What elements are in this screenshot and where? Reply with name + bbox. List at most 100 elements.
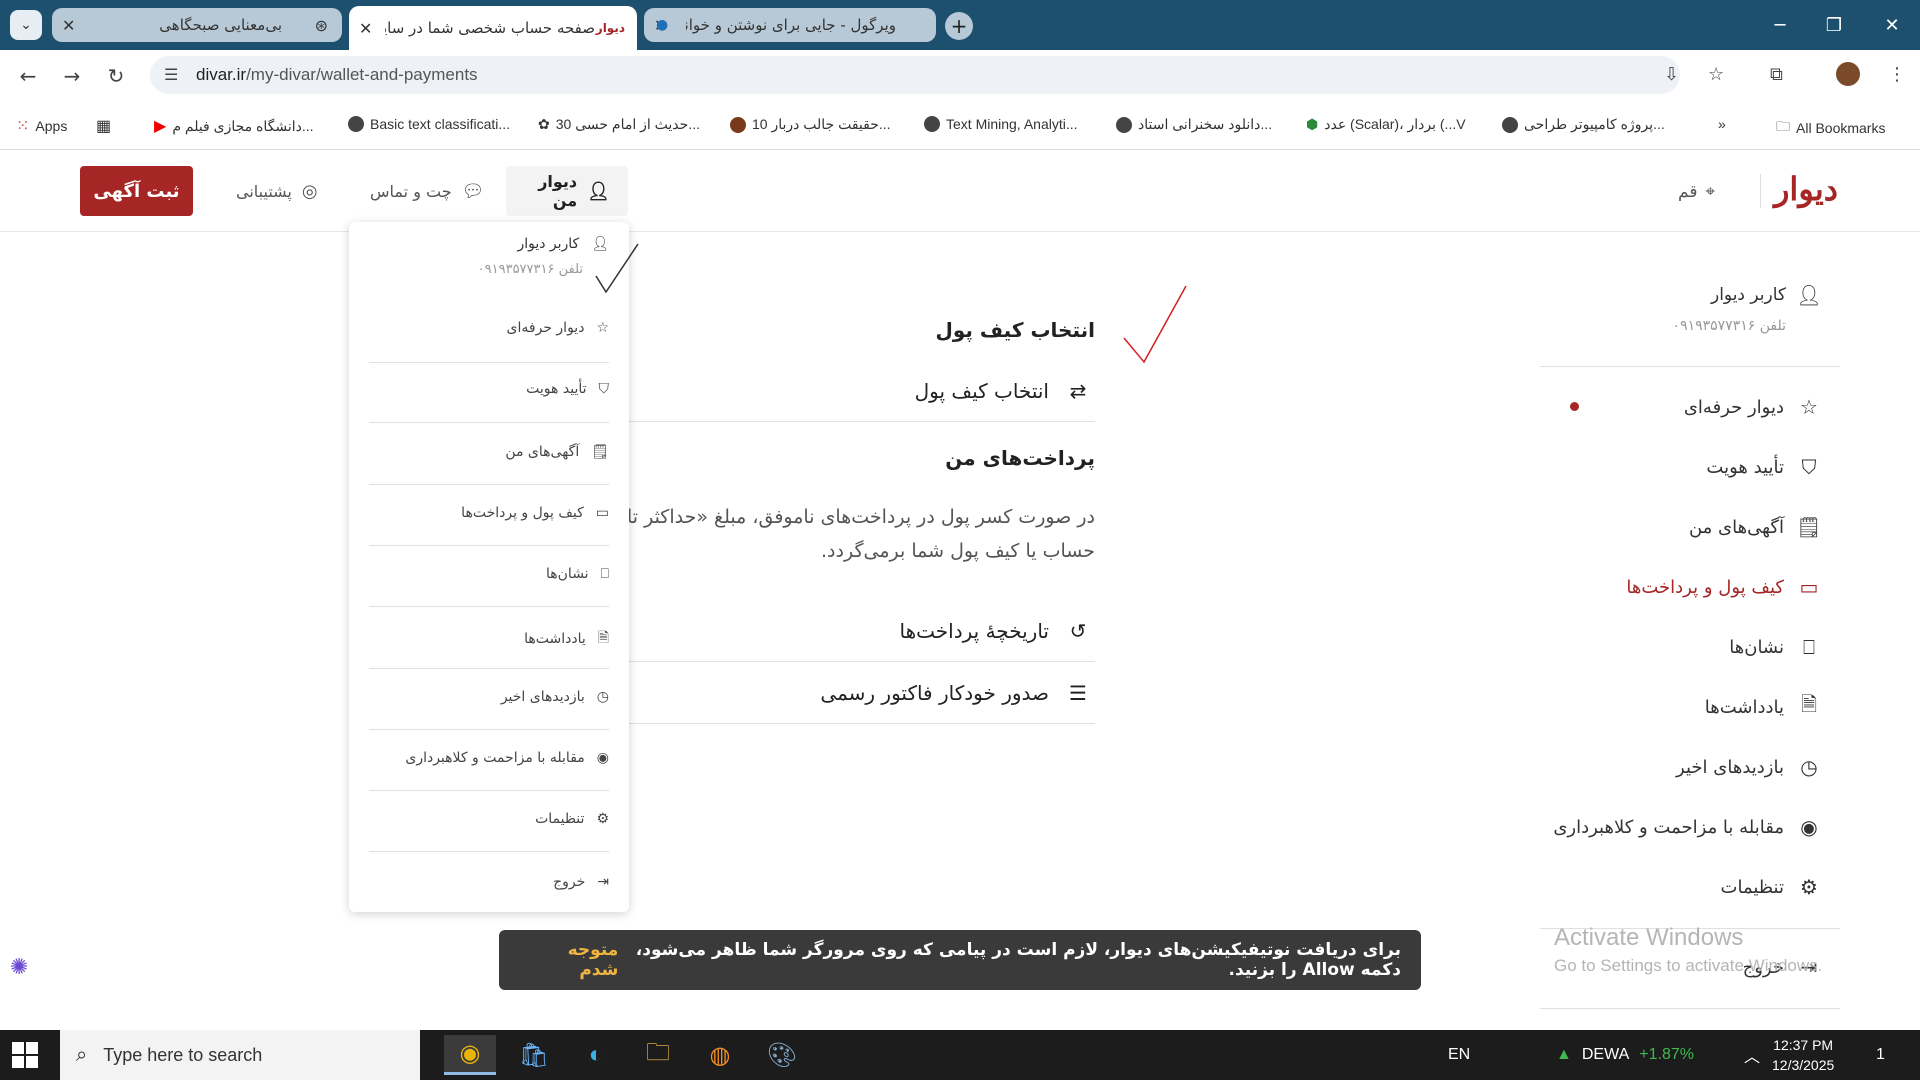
nav-support[interactable]: ◎ پشتیبانی [218, 166, 336, 216]
tab-close-icon[interactable]: ✕ [359, 19, 372, 38]
sidebar-item-fraud[interactable]: ◉ مقابله با مزاحمت و کلاهبرداری [1553, 815, 1820, 839]
chat-bubble-icon: 💬︎ [461, 180, 485, 202]
bookmark-item[interactable]: 10 حقیقت جالب دربار... [730, 116, 891, 133]
bookmark-item[interactable]: ✿ 30 حدیث از امام حسی... [538, 116, 700, 133]
sidebar-item-bookmarks[interactable]: ⎕ نشان‌ها [1729, 635, 1820, 659]
store-taskbar-icon[interactable]: 🛍︎ [508, 1035, 560, 1075]
more-bookmarks-icon[interactable]: » [1718, 116, 1726, 132]
dropdown-item-logout[interactable]: ⇥ خروج [553, 874, 609, 890]
dropdown-item-pro-divar[interactable]: ☆ دیوار حرفه‌ای [507, 320, 609, 336]
search-placeholder: Type here to search [103, 1044, 263, 1065]
dropdown-item-bookmarks[interactable]: ⎕ نشان‌ها [546, 566, 609, 582]
nav-my-divar[interactable]: 👤︎ دیوار من [506, 166, 628, 216]
chatgpt-icon: ⊛ [314, 15, 328, 35]
toast-dismiss-button[interactable]: متوجه شدم [539, 940, 619, 980]
paint-taskbar-icon[interactable]: 🎨︎ [756, 1035, 808, 1075]
sidebar-item-notes[interactable]: 🗎︎ یادداشت‌ها [1705, 692, 1820, 718]
stock-widget[interactable]: ▲ DEWA +1.87% [1556, 1030, 1694, 1080]
bookmark-item[interactable]: پروژه کامپیوتر طراحی... [1502, 116, 1665, 133]
youtube-icon: ▶ [154, 118, 167, 135]
dropdown-item-wallet[interactable]: ▭ کیف پول و پرداخت‌ها [461, 505, 609, 521]
city-selector[interactable]: ⌖ قم [1678, 182, 1715, 202]
sidebar-item-recent[interactable]: ◷ بازدیدهای اخیر [1676, 755, 1820, 779]
orange-app-icon: ◍ [709, 1041, 731, 1069]
reload-icon[interactable]: ↻ [102, 62, 130, 90]
install-app-icon[interactable]: ⇩ [1664, 64, 1679, 85]
tab-search-button[interactable]: ⌄ [10, 10, 42, 40]
edge-taskbar-icon[interactable]: ◐ [570, 1035, 622, 1075]
assistant-brain-icon[interactable]: ✺ [10, 955, 40, 985]
nav-chat[interactable]: 💬︎ چت و تماس [352, 166, 502, 216]
forward-icon[interactable]: → [58, 62, 86, 90]
extensions-icon[interactable]: ⧉ [1770, 64, 1783, 85]
dropdown-item-identity[interactable]: ⛉ تأیید هویت [526, 381, 609, 397]
notification-center-icon[interactable]: 1 [1876, 1030, 1885, 1080]
credit-card-icon: ▭ [595, 505, 609, 521]
close-window-icon[interactable]: ✕ [1864, 0, 1920, 50]
maximize-icon[interactable]: ❐ [1806, 0, 1862, 50]
site-info-icon[interactable]: ☰ [164, 65, 178, 85]
tab-title: بی‌معنایی صبحگاهی [159, 16, 282, 34]
activate-windows-watermark: Activate Windows Go to Settings to activ… [1554, 924, 1823, 975]
site-header: دیوار ⌖ قم 👤︎ دیوار من 💬︎ چت و تماس ◎ پش… [0, 150, 1920, 232]
payment-history-row[interactable]: ↺ تاریخچهٔ پرداخت‌ها [620, 600, 1095, 662]
tab-divar-account[interactable]: ✕ صفحه حساب شخصی شما در سایت دیوار [349, 6, 637, 50]
dropdown-divider [369, 729, 609, 730]
toast-message: برای دریافت نوتیفیکیشن‌های دیوار، لازم ا… [635, 940, 1401, 980]
dropdown-item-fraud[interactable]: ◉ مقابله با مزاحمت و کلاهبرداری [405, 750, 609, 766]
bookmark-star-icon[interactable]: ☆ [1708, 64, 1724, 85]
notes-icon: 🗎︎ [597, 630, 609, 646]
explorer-taskbar-icon[interactable]: 🗀 [632, 1035, 684, 1075]
notes-icon: 🗎︎ [1800, 692, 1818, 716]
tray-chevron-icon[interactable]: ︿ [1744, 1030, 1760, 1080]
bookmark-grid[interactable]: ▦ [96, 116, 111, 136]
bookmark-item[interactable]: Basic text classificati... [348, 116, 510, 132]
wallet-select-row[interactable]: ⇄ انتخاب کیف پول [620, 360, 1095, 422]
star-icon: ☆ [1800, 395, 1818, 419]
paint-palette-icon: 🎨︎ [766, 1041, 798, 1069]
tab-close-icon[interactable]: ✕ [62, 16, 75, 35]
chrome-taskbar-icon[interactable]: ◉ [444, 1035, 496, 1075]
taskbar-search[interactable]: ⌕ Type here to search [60, 1030, 420, 1080]
new-tab-button[interactable]: + [945, 12, 973, 40]
bookmark-item[interactable]: ▶ دانشگاه مجازی فیلم م... [154, 116, 314, 136]
header-divider [1760, 174, 1761, 208]
sidebar-item-my-ads[interactable]: 🗒︎ آگهی‌های من [1689, 515, 1822, 539]
taskbar-clock[interactable]: 12:37 PM 12/3/2025 [1772, 1035, 1834, 1075]
dropdown-divider [369, 484, 609, 485]
bookmark-apps[interactable]: ⁙ Apps [16, 116, 67, 136]
language-indicator[interactable]: EN [1448, 1030, 1470, 1080]
dropdown-item-my-ads[interactable]: 🗒︎ آگهی‌های من [505, 444, 609, 460]
address-bar[interactable]: ☰ divar.ir/my-divar/wallet-and-payments [150, 56, 1680, 94]
bookmark-item[interactable]: Text Mining, Analyti... [924, 116, 1078, 132]
tab-chatgpt[interactable]: ✕ بی‌معنایی صبحگاهی ⊛ [52, 8, 342, 42]
chrome-icon: ◉ [459, 1040, 481, 1067]
bookmark-item[interactable]: دانلود سخنرانی استاد... [1116, 116, 1272, 133]
logout-icon: ⇥ [597, 874, 609, 890]
browser-tab-bar: ⌄ ✕ بی‌معنایی صبحگاهی ⊛ ✕ صفحه حساب شخصی… [0, 0, 1920, 50]
post-ad-button[interactable]: ثبت آگهی [80, 166, 193, 216]
sidebar-item-pro-divar[interactable]: ☆ دیوار حرفه‌ای [1684, 395, 1820, 419]
sidebar-item-settings[interactable]: ⚙ تنظیمات [1721, 875, 1820, 899]
dropdown-item-settings[interactable]: ⚙ تنظیمات [535, 811, 609, 827]
dropdown-item-notes[interactable]: 🗎︎ یادداشت‌ها [524, 627, 609, 651]
menu-kebab-icon[interactable]: ⋮ [1888, 64, 1906, 85]
browser-toolbar: ← → ↻ ☰ divar.ir/my-divar/wallet-and-pay… [0, 50, 1920, 100]
sidebar-item-identity[interactable]: ⛉ تأیید هویت [1706, 455, 1820, 479]
sidebar-item-wallet[interactable]: ▭ کیف پول و پرداخت‌ها [1626, 575, 1820, 599]
minimize-icon[interactable]: ─ [1752, 0, 1808, 50]
app-taskbar-icon[interactable]: ◍ [694, 1035, 746, 1075]
all-bookmarks[interactable]: 🗀 All Bookmarks [1776, 116, 1885, 140]
dropdown-item-recent[interactable]: ◷ بازدیدهای اخیر [501, 689, 609, 705]
tab-virgool[interactable]: ✕ ویرگول - جایی برای نوشتن و خواندن ● [644, 8, 936, 42]
profile-avatar[interactable] [1836, 62, 1860, 86]
dropdown-divider [369, 362, 609, 363]
notification-count: 1 [1876, 1046, 1885, 1063]
divar-logo[interactable]: دیوار [1774, 170, 1838, 208]
bookmark-item[interactable]: ⬢ عدد (Scalar)، بردار (...V [1306, 116, 1466, 133]
tab-title: صفحه حساب شخصی شما در سایت [385, 19, 595, 37]
bookmark-favicon: ✿ [538, 116, 550, 132]
back-icon[interactable]: ← [14, 62, 42, 90]
windows-start-icon[interactable] [12, 1042, 38, 1068]
invoice-row[interactable]: ☰ صدور خودکار فاکتور رسمی [620, 662, 1095, 724]
